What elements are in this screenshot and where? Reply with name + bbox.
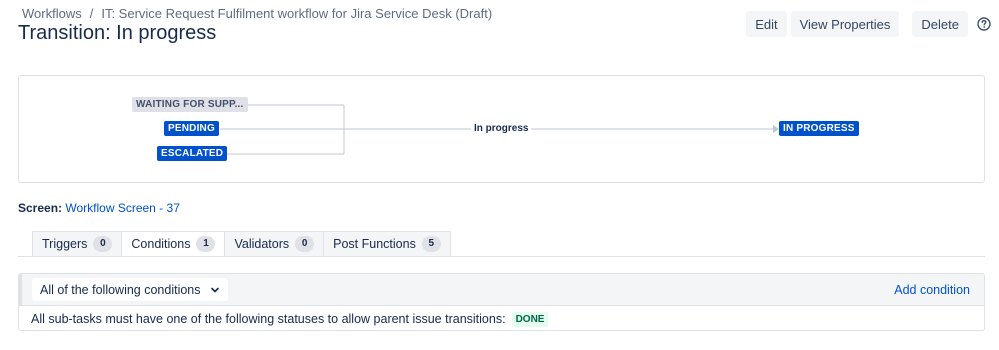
tab-label: Triggers (42, 237, 88, 251)
screen-info: Screen: Workflow Screen - 37 (18, 201, 180, 215)
delete-button[interactable]: Delete (912, 11, 968, 37)
tab-count-badge: 0 (93, 236, 113, 252)
tab-count-badge: 5 (421, 236, 441, 252)
workflow-diagram: WAITING FOR SUPP... PENDING ESCALATED In… (18, 75, 985, 183)
tab-count-badge: 0 (295, 236, 315, 252)
transition-label: In progress (471, 123, 532, 134)
breadcrumb: Workflows / IT: Service Request Fulfilment… (22, 6, 492, 21)
screen-label: Screen: (18, 201, 63, 215)
view-properties-button[interactable]: View Properties (790, 11, 900, 37)
breadcrumb-workflows-link[interactable]: Workflows (22, 6, 82, 21)
condition-rule-text: All sub-tasks must have one of the follo… (31, 312, 506, 326)
breadcrumb-separator: / (89, 6, 94, 21)
tab-conditions[interactable]: Conditions 1 (121, 231, 226, 257)
tab-post-functions[interactable]: Post Functions 5 (323, 231, 451, 257)
screen-link[interactable]: Workflow Screen - 37 (65, 201, 180, 215)
breadcrumb-workflow-link[interactable]: IT: Service Request Fulfilment workflow … (101, 6, 492, 21)
tab-count-badge: 1 (196, 236, 216, 252)
tab-bar: Triggers 0 Conditions 1 Validators 0 Pos… (32, 231, 451, 257)
question-circle-icon[interactable] (977, 17, 991, 31)
condition-rule: All sub-tasks must have one of the follo… (19, 306, 984, 330)
status-waiting-for-support: WAITING FOR SUPP... (132, 97, 248, 112)
tabs-divider (18, 256, 985, 257)
tab-label: Conditions (131, 237, 191, 251)
tab-triggers[interactable]: Triggers 0 (32, 231, 123, 257)
chevron-down-icon (211, 287, 219, 292)
condition-group-select[interactable]: All of the following conditions (32, 278, 228, 301)
tab-label: Validators (234, 237, 290, 251)
add-condition-link[interactable]: Add condition (894, 283, 970, 297)
status-in-progress: IN PROGRESS (779, 121, 859, 136)
tab-validators[interactable]: Validators 0 (224, 231, 325, 257)
conditions-header: All of the following conditions Add cond… (19, 274, 984, 306)
tab-label: Post Functions (333, 237, 416, 251)
condition-group-value: All of the following conditions (40, 282, 201, 297)
status-escalated: ESCALATED (157, 146, 228, 161)
action-toolbar: Edit View Properties Delete (742, 11, 991, 37)
edit-button[interactable]: Edit (746, 11, 787, 37)
conditions-panel: All of the following conditions Add cond… (18, 273, 985, 331)
status-done-lozenge: DONE (511, 311, 549, 327)
status-pending: PENDING (164, 121, 219, 136)
page-title: Transition: In progress (18, 22, 217, 44)
